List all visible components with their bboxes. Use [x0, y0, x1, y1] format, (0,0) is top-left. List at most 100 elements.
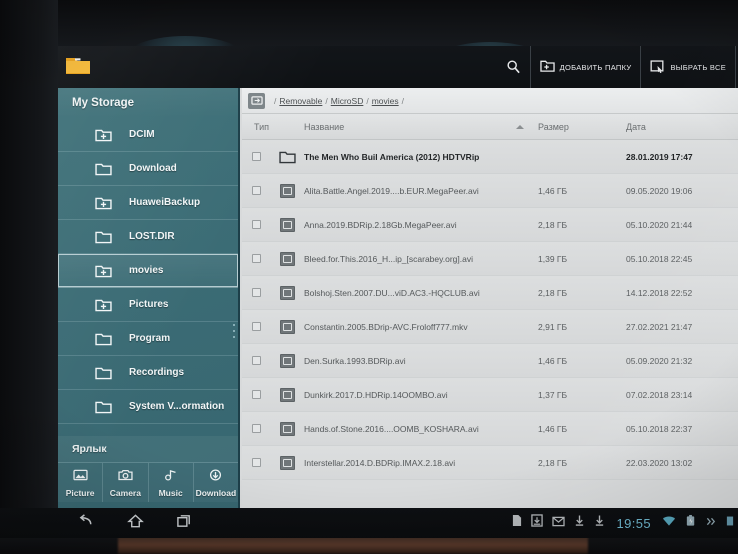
select-all-label: ВЫБРАТЬ ВСЕ	[670, 62, 726, 72]
sidebar-item-system-volume-information[interactable]: System V...ormation	[58, 390, 238, 424]
folder-add-icon	[90, 264, 116, 278]
breadcrumb-separator: /	[325, 95, 328, 106]
row-checkbox[interactable]	[242, 322, 270, 331]
file-date: 05.10.2018 22:45	[626, 253, 693, 264]
file-manager-app: ДОБАВИТЬ ПАПКУ ВЫБРАТЬ ВСЕ My Storage DC…	[58, 46, 738, 508]
sidebar-item-label: HuaweiBackup	[129, 197, 201, 208]
row-checkbox[interactable]	[242, 458, 270, 467]
row-checkbox[interactable]	[242, 424, 270, 433]
file-name: The Men Who Buil America (2012) HDTVRip	[304, 151, 480, 162]
recents-icon[interactable]	[176, 513, 193, 534]
sidebar: My Storage DCIM Download HuaweiBackup LO…	[58, 88, 240, 508]
breadcrumb-home-icon[interactable]	[248, 92, 265, 109]
sidebar-item-huaweibackup[interactable]: HuaweiBackup	[58, 186, 238, 220]
battery-icon	[685, 514, 697, 532]
sidebar-item-label: Pictures	[129, 299, 169, 310]
tablet-bezel-top	[0, 0, 738, 46]
tablet-photo: ДОБАВИТЬ ПАПКУ ВЫБРАТЬ ВСЕ My Storage DC…	[0, 0, 738, 554]
sidebar-item-label: DCIM	[129, 129, 155, 140]
folder-icon	[90, 400, 116, 414]
shortcut-music[interactable]: Music	[149, 463, 194, 502]
sidebar-item-download[interactable]: Download	[58, 152, 238, 186]
breadcrumb-segment-removable[interactable]: Removable	[279, 96, 322, 106]
search-button[interactable]	[497, 46, 530, 88]
table-row[interactable]: Constantin.2005.BDrip-AVC.Froloff777.mkv…	[242, 310, 738, 344]
file-size: 1,37 ГБ	[538, 389, 568, 400]
add-folder-button[interactable]: ДОБАВИТЬ ПАПКУ	[529, 46, 641, 88]
folder-icon	[270, 150, 304, 164]
column-header-date[interactable]: Дата	[626, 122, 738, 132]
table-row[interactable]: Interstellar.2014.D.BDRip.IMAX.2.18.avi …	[242, 446, 738, 480]
breadcrumb-segment-microsd[interactable]: MicroSD	[331, 96, 364, 106]
table-row[interactable]: Dunkirk.2017.D.HDRip.14OOMBO.avi 1,37 ГБ…	[242, 378, 738, 412]
sidebar-item-program[interactable]: Program	[58, 322, 238, 356]
file-name: Anna.2019.BDRip.2.18Gb.MegaPeer.avi	[304, 219, 457, 230]
row-checkbox[interactable]	[242, 288, 270, 297]
sidebar-folder-list: DCIM Download HuaweiBackup LOST.DIR movi…	[58, 118, 238, 436]
sidebar-item-movies[interactable]: movies	[58, 254, 238, 288]
breadcrumb-path: / Removable / MicroSD / movies /	[271, 96, 407, 106]
breadcrumb-segment-movies[interactable]: movies	[372, 96, 399, 106]
file-size: 2,91 ГБ	[538, 321, 568, 332]
column-header-size[interactable]: Размер	[538, 122, 626, 132]
column-header-name-label: Название	[304, 121, 345, 132]
file-name: Den.Surka.1993.BDRip.avi	[304, 355, 406, 366]
file-name: Bleed.for.This.2016_H...ip_[scarabey.org…	[304, 253, 473, 264]
column-header-type[interactable]: Тип	[242, 122, 304, 132]
more-icon	[706, 514, 717, 532]
sidebar-item-dcim[interactable]: DCIM	[58, 118, 238, 152]
shortcut-label: Download	[195, 487, 237, 498]
table-row[interactable]: Hands.of.Stone.2016....OOMB_KOSHARA.avi …	[242, 412, 738, 446]
row-checkbox[interactable]	[242, 220, 270, 229]
download-icon	[574, 514, 585, 532]
toolbar-actions: ДОБАВИТЬ ПАПКУ ВЫБРАТЬ ВСЕ	[497, 46, 736, 88]
video-icon	[270, 285, 304, 300]
desk-surface	[118, 536, 588, 554]
camera-icon	[118, 468, 133, 486]
table-row[interactable]: Bolshoj.Sten.2007.DU...viD.AC3.-HQCLUB.a…	[242, 276, 738, 310]
back-icon[interactable]	[78, 513, 95, 534]
file-date: 05.10.2020 21:44	[626, 219, 693, 230]
file-name: Bolshoj.Sten.2007.DU...viD.AC3.-HQCLUB.a…	[304, 287, 480, 298]
row-checkbox[interactable]	[242, 186, 270, 195]
sidebar-item-recordings[interactable]: Recordings	[58, 356, 238, 390]
file-size: 2,18 ГБ	[538, 219, 568, 230]
select-all-button[interactable]: ВЫБРАТЬ ВСЕ	[640, 46, 736, 88]
row-checkbox[interactable]	[242, 390, 270, 399]
file-date: 05.10.2018 22:37	[626, 423, 693, 434]
row-checkbox[interactable]	[242, 152, 270, 161]
shortcut-camera[interactable]: Camera	[103, 463, 149, 502]
file-name: Dunkirk.2017.D.HDRip.14OOMBO.avi	[304, 389, 448, 400]
table-row[interactable]: The Men Who Buil America (2012) HDTVRip …	[242, 140, 738, 174]
file-size: 2,18 ГБ	[538, 457, 568, 468]
sidebar-item-lost-dir[interactable]: LOST.DIR	[58, 220, 238, 254]
sidebar-item-label: movies	[129, 265, 164, 276]
mail-icon	[552, 514, 566, 532]
shortcut-label: Picture	[65, 487, 95, 498]
table-row[interactable]: Bleed.for.This.2016_H...ip_[scarabey.org…	[242, 242, 738, 276]
table-row[interactable]: Anna.2019.BDRip.2.18Gb.MegaPeer.avi 2,18…	[242, 208, 738, 242]
add-folder-icon	[539, 59, 555, 75]
column-header-name[interactable]: Название	[304, 122, 538, 132]
sidebar-header: My Storage	[58, 88, 238, 118]
file-date: 27.02.2021 21:47	[626, 321, 693, 332]
file-size: 2,18 ГБ	[538, 287, 568, 298]
table-row[interactable]: Alita.Battle.Angel.2019....b.EUR.MegaPee…	[242, 174, 738, 208]
folder-icon	[90, 162, 116, 176]
table-header: Тип Название Размер Дата	[242, 114, 738, 140]
shortcut-download[interactable]: Download	[194, 463, 238, 502]
video-icon	[270, 387, 304, 402]
folder-icon	[90, 332, 116, 346]
video-icon	[270, 217, 304, 232]
home-icon[interactable]	[127, 513, 144, 534]
file-date: 05.09.2020 21:32	[626, 355, 693, 366]
sidebar-item-pictures[interactable]: Pictures	[58, 288, 238, 322]
folder-icon	[90, 230, 116, 244]
row-checkbox[interactable]	[242, 356, 270, 365]
file-date: 07.02.2018 23:14	[626, 389, 693, 400]
file-size: 1,46 ГБ	[538, 355, 568, 366]
row-checkbox[interactable]	[242, 254, 270, 263]
shortcut-picture[interactable]: Picture	[58, 463, 104, 502]
table-row[interactable]: Den.Surka.1993.BDRip.avi 1,46 ГБ 05.09.2…	[242, 344, 738, 378]
file-date: 22.03.2020 13:02	[626, 457, 693, 468]
